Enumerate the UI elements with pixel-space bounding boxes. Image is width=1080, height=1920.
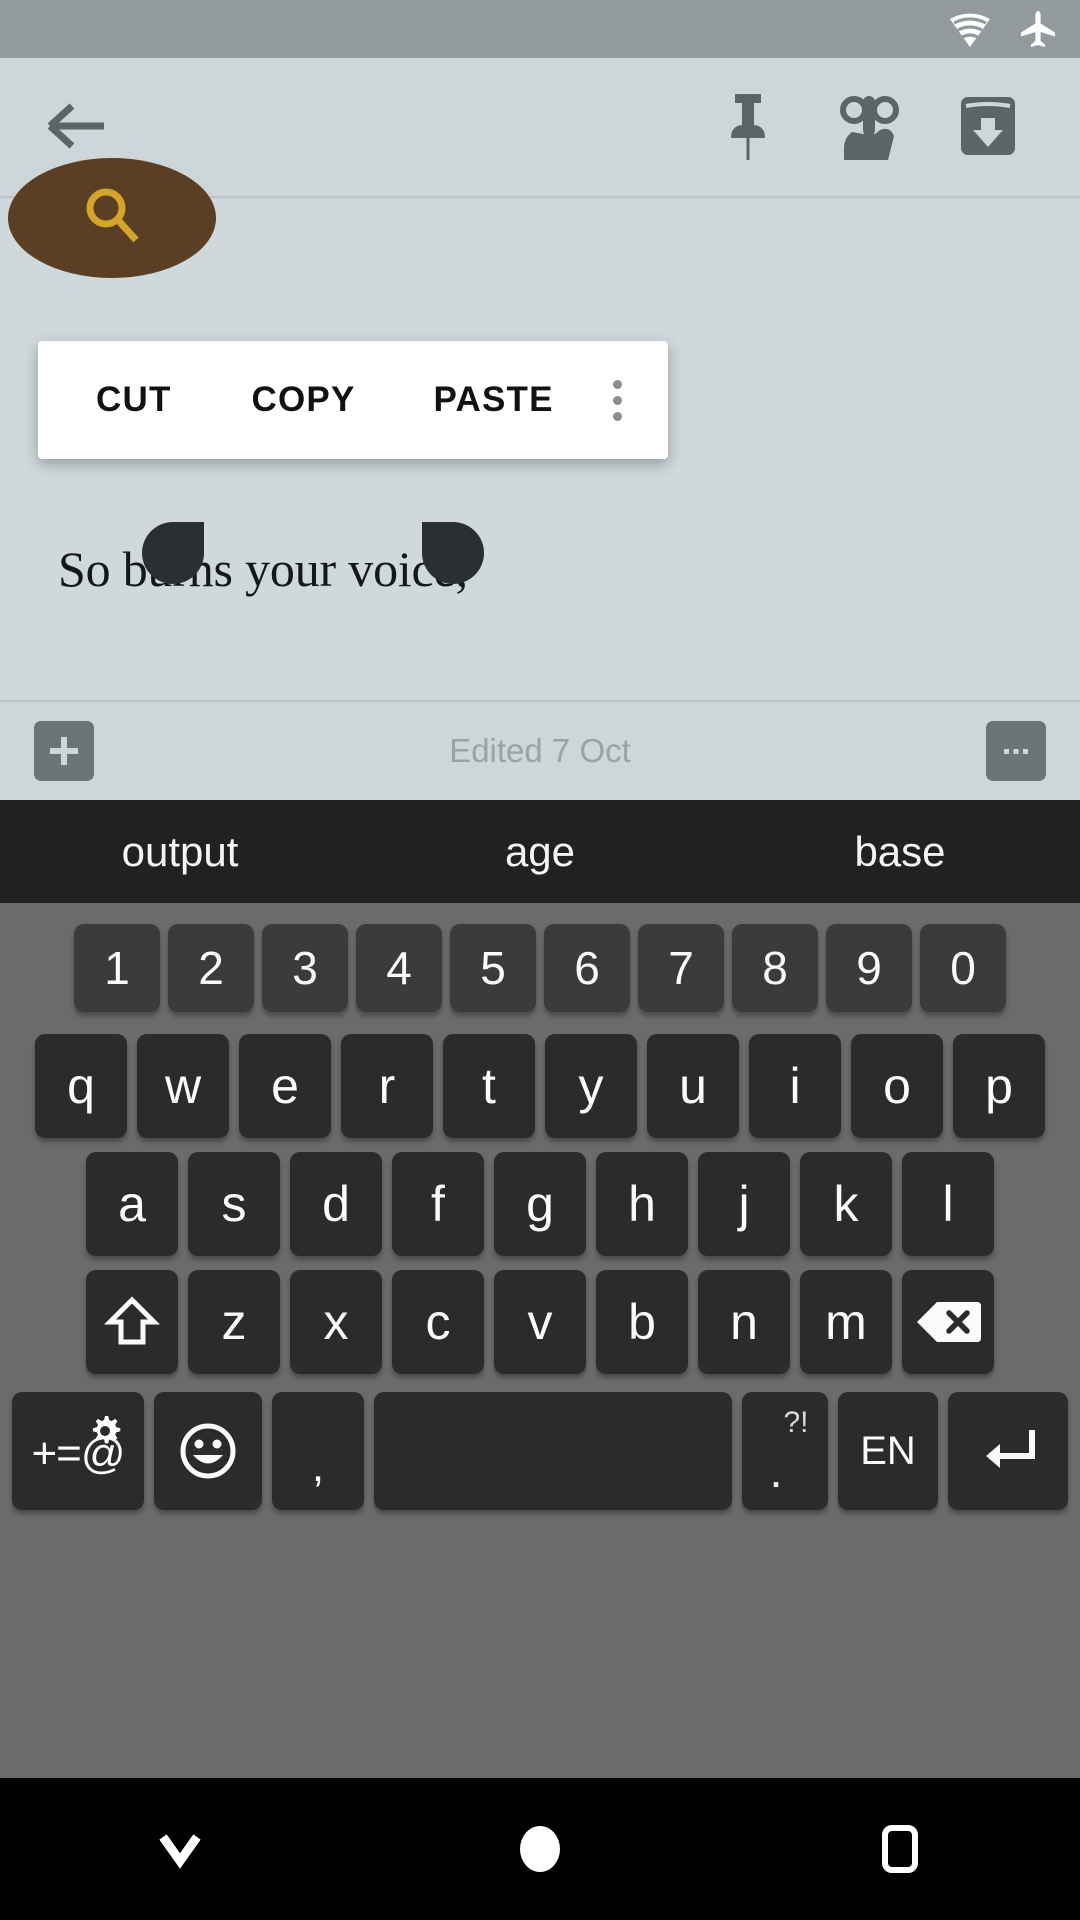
- recents-button[interactable]: [720, 1824, 1080, 1874]
- arrow-left-icon: [46, 102, 108, 155]
- backspace-icon: [917, 1302, 981, 1342]
- search-fab[interactable]: [8, 158, 216, 278]
- key-t[interactable]: t: [443, 1034, 535, 1138]
- home-button[interactable]: [360, 1824, 720, 1874]
- key-o[interactable]: o: [851, 1034, 943, 1138]
- key-s[interactable]: s: [188, 1152, 280, 1256]
- key-q[interactable]: q: [35, 1034, 127, 1138]
- dot: [613, 395, 622, 405]
- keyboard-row-4: +=@ , ?! . EN: [0, 1381, 1080, 1521]
- airplane-mode-icon: [1018, 9, 1058, 49]
- paste-menu-item[interactable]: PASTE: [434, 380, 554, 420]
- key-4[interactable]: 4: [356, 924, 442, 1012]
- key-2[interactable]: 2: [168, 924, 254, 1012]
- pin-icon: [717, 90, 779, 167]
- home-circle-icon: [520, 1826, 560, 1872]
- on-screen-keyboard: output age base 1 2 3 4 5 6 7 8 9 0 q w …: [0, 800, 1080, 1778]
- cut-hand-icon: [832, 88, 904, 169]
- archive-icon: [957, 95, 1019, 162]
- status-bar: [0, 0, 1080, 58]
- key-3[interactable]: 3: [262, 924, 348, 1012]
- selection-handle-start[interactable]: [142, 522, 204, 584]
- period-key[interactable]: ?! .: [742, 1392, 828, 1510]
- key-n[interactable]: n: [698, 1270, 790, 1374]
- suggestion-3[interactable]: base: [720, 828, 1080, 876]
- space-key[interactable]: [374, 1392, 732, 1510]
- suggestion-bar: output age base: [0, 800, 1080, 903]
- shift-arrow-icon: [104, 1296, 160, 1345]
- key-k[interactable]: k: [800, 1152, 892, 1256]
- square-icon: [882, 1825, 918, 1873]
- shift-key[interactable]: [86, 1270, 178, 1374]
- keyboard-row-1: q w e r t y u i o p: [0, 1027, 1080, 1145]
- key-j[interactable]: j: [698, 1152, 790, 1256]
- key-w[interactable]: w: [137, 1034, 229, 1138]
- backspace-key[interactable]: [902, 1270, 994, 1374]
- period-key-secondary: ?!: [783, 1406, 809, 1439]
- key-c[interactable]: c: [392, 1270, 484, 1374]
- search-icon: [76, 180, 148, 257]
- enter-arrow-icon: [986, 1430, 1035, 1468]
- period-key-main: .: [769, 1445, 783, 1497]
- emoji-key[interactable]: [154, 1392, 262, 1510]
- chevron-down-icon: [159, 1834, 201, 1869]
- dot: [613, 411, 622, 421]
- key-y[interactable]: y: [545, 1034, 637, 1138]
- key-i[interactable]: i: [749, 1034, 841, 1138]
- copy-menu-item[interactable]: COPY: [252, 380, 356, 420]
- symbols-key[interactable]: +=@: [12, 1392, 144, 1510]
- comma-key[interactable]: ,: [272, 1392, 364, 1510]
- key-d[interactable]: d: [290, 1152, 382, 1256]
- keyboard-rows: 1 2 3 4 5 6 7 8 9 0 q w e r t y u i o p …: [0, 903, 1080, 1521]
- suggestion-2[interactable]: age: [360, 828, 720, 876]
- gear-icon[interactable]: [88, 1402, 122, 1460]
- wifi-icon: [948, 11, 992, 47]
- overflow-menu-icon[interactable]: [613, 379, 622, 421]
- keyboard-row-2: a s d f g h j k l: [0, 1145, 1080, 1263]
- key-0[interactable]: 0: [920, 924, 1006, 1012]
- smiley-icon: [180, 1423, 236, 1479]
- key-8[interactable]: 8: [732, 924, 818, 1012]
- enter-key[interactable]: [948, 1392, 1068, 1510]
- note-footer: Edited 7 Oct: [0, 700, 1080, 800]
- phone-screen: covers the face of makeup, So burns your…: [0, 0, 1080, 1920]
- keyboard-row-3: z x c v b n m: [0, 1263, 1080, 1381]
- key-6[interactable]: 6: [544, 924, 630, 1012]
- key-x[interactable]: x: [290, 1270, 382, 1374]
- key-9[interactable]: 9: [826, 924, 912, 1012]
- archive-button[interactable]: [928, 68, 1048, 188]
- keyboard-row-numbers: 1 2 3 4 5 6 7 8 9 0: [0, 909, 1080, 1027]
- key-b[interactable]: b: [596, 1270, 688, 1374]
- selection-handle-end[interactable]: [422, 522, 484, 584]
- key-l[interactable]: l: [902, 1152, 994, 1256]
- text-selection-menu: CUT COPY PASTE: [38, 341, 668, 459]
- suggestion-1[interactable]: output: [0, 828, 360, 876]
- pin-button[interactable]: [688, 68, 808, 188]
- key-5[interactable]: 5: [450, 924, 536, 1012]
- language-key[interactable]: EN: [838, 1392, 938, 1510]
- cut-menu-item[interactable]: CUT: [96, 380, 172, 420]
- key-7[interactable]: 7: [638, 924, 724, 1012]
- key-a[interactable]: a: [86, 1152, 178, 1256]
- key-u[interactable]: u: [647, 1034, 739, 1138]
- key-g[interactable]: g: [494, 1152, 586, 1256]
- key-h[interactable]: h: [596, 1152, 688, 1256]
- back-button[interactable]: [0, 102, 230, 155]
- hide-keyboard-button[interactable]: [0, 1829, 360, 1869]
- toolbar-actions: [688, 68, 1080, 188]
- key-f[interactable]: f: [392, 1152, 484, 1256]
- key-m[interactable]: m: [800, 1270, 892, 1374]
- dot: [613, 379, 622, 389]
- cut-button-toolbar[interactable]: [808, 68, 928, 188]
- key-p[interactable]: p: [953, 1034, 1045, 1138]
- key-r[interactable]: r: [341, 1034, 433, 1138]
- edited-timestamp: Edited 7 Oct: [449, 732, 631, 769]
- key-z[interactable]: z: [188, 1270, 280, 1374]
- system-nav-bar: [0, 1778, 1080, 1920]
- key-v[interactable]: v: [494, 1270, 586, 1374]
- key-e[interactable]: e: [239, 1034, 331, 1138]
- key-1[interactable]: 1: [74, 924, 160, 1012]
